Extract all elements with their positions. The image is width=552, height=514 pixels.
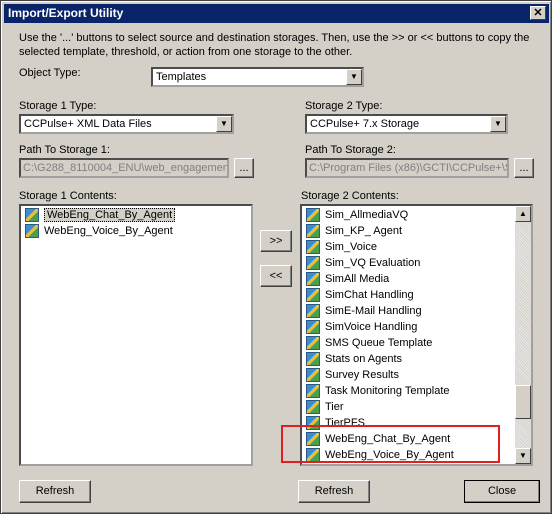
copy-right-button[interactable]: >> xyxy=(260,230,292,252)
scroll-up-icon[interactable]: ▲ xyxy=(515,206,531,222)
storage1-contents-label: Storage 1 Contents: xyxy=(19,190,117,202)
close-icon[interactable]: ✕ xyxy=(530,6,546,20)
storage2-browse-button[interactable]: ... xyxy=(514,158,534,178)
template-icon xyxy=(306,384,320,398)
scrollbar-thumb[interactable] xyxy=(515,385,531,420)
storage2-type-label: Storage 2 Type: xyxy=(305,100,383,112)
item-label: Sim_Voice xyxy=(325,241,377,253)
template-icon xyxy=(306,352,320,366)
close-button[interactable]: Close xyxy=(464,480,540,503)
list-item[interactable]: WebEng_Voice_By_Agent xyxy=(24,223,173,239)
template-icon xyxy=(25,224,39,238)
item-label: SimVoice Handling xyxy=(325,321,418,333)
template-icon xyxy=(25,208,39,222)
list-item[interactable]: SimE-Mail Handling xyxy=(305,303,422,319)
scroll-down-icon[interactable]: ▼ xyxy=(515,448,531,464)
item-label: Survey Results xyxy=(325,369,399,381)
storage2-path-label: Path To Storage 2: xyxy=(305,144,396,156)
list-item[interactable]: Stats on Agents xyxy=(305,351,402,367)
template-icon xyxy=(306,304,320,318)
item-label: SimAll Media xyxy=(325,273,390,285)
storage1-type-label: Storage 1 Type: xyxy=(19,100,97,112)
item-label: SMS Queue Template xyxy=(325,337,433,349)
storage1-browse-button[interactable]: ... xyxy=(234,158,254,178)
list-item[interactable]: Tier xyxy=(305,399,344,415)
title-bar: Import/Export Utility ✕ xyxy=(4,4,549,23)
chevron-down-icon[interactable]: ▼ xyxy=(216,116,232,132)
storage2-type-value: CCPulse+ 7.x Storage xyxy=(310,118,420,130)
storage2-type-select[interactable]: CCPulse+ 7.x Storage ▼ xyxy=(305,114,508,134)
item-label: SimE-Mail Handling xyxy=(325,305,422,317)
highlight-box xyxy=(281,425,500,463)
list-item[interactable]: Sim_VQ Evaluation xyxy=(305,255,420,271)
item-label: WebEng_Voice_By_Agent xyxy=(44,225,173,237)
item-label: Sim_KP_ Agent xyxy=(325,225,403,237)
object-type-select[interactable]: Templates ▼ xyxy=(151,67,364,87)
storage1-list[interactable]: WebEng_Chat_By_Agent WebEng_Voice_By_Age… xyxy=(19,204,253,466)
object-type-value: Templates xyxy=(156,71,207,83)
scrollbar[interactable]: ▲ ▼ xyxy=(515,206,531,464)
description-line-2: selected template, threshold, or action … xyxy=(19,46,353,58)
template-icon xyxy=(306,240,320,254)
list-item[interactable]: WebEng_Chat_By_Agent xyxy=(24,207,176,223)
list-item[interactable]: Sim_KP_ Agent xyxy=(305,223,402,239)
object-type-label: Object Type: xyxy=(19,67,81,79)
template-icon xyxy=(306,224,320,238)
storage2-contents-label: Storage 2 Contents: xyxy=(301,190,399,202)
item-label: SimChat Handling xyxy=(325,289,414,301)
chevron-down-icon[interactable]: ▼ xyxy=(346,69,362,85)
template-icon xyxy=(306,320,320,334)
list-item[interactable]: Sim_Voice xyxy=(305,239,377,255)
storage2-path-input[interactable]: C:\Program Files (x86)\GCTI\CCPulse+\Sto… xyxy=(305,158,509,178)
template-icon xyxy=(306,208,320,222)
item-label: Stats on Agents xyxy=(325,353,403,365)
chevron-down-icon[interactable]: ▼ xyxy=(490,116,506,132)
refresh-storage2-button[interactable]: Refresh xyxy=(298,480,370,503)
list-item[interactable]: SimVoice Handling xyxy=(305,319,417,335)
list-item[interactable]: SimAll Media xyxy=(305,271,389,287)
template-icon xyxy=(306,400,320,414)
list-item[interactable]: Survey Results xyxy=(305,367,399,383)
list-item[interactable]: Sim_AllmediaVQ xyxy=(305,207,408,223)
template-icon xyxy=(306,368,320,382)
storage1-type-select[interactable]: CCPulse+ XML Data Files ▼ xyxy=(19,114,234,134)
storage1-path-label: Path To Storage 1: xyxy=(19,144,110,156)
template-icon xyxy=(306,288,320,302)
template-icon xyxy=(306,336,320,350)
copy-left-button[interactable]: << xyxy=(260,265,292,287)
window-title: Import/Export Utility xyxy=(8,6,124,20)
item-label: WebEng_Chat_By_Agent xyxy=(44,208,176,222)
item-label: Task Monitoring Template xyxy=(325,385,450,397)
refresh-storage1-button[interactable]: Refresh xyxy=(19,480,91,503)
item-label: Sim_VQ Evaluation xyxy=(325,257,421,269)
item-label: Sim_AllmediaVQ xyxy=(325,209,409,221)
template-icon xyxy=(306,256,320,270)
list-item[interactable]: SMS Queue Template xyxy=(305,335,432,351)
import-export-dialog: Import/Export Utility ✕ Use the '...' bu… xyxy=(0,0,552,514)
storage1-type-value: CCPulse+ XML Data Files xyxy=(24,118,152,130)
template-icon xyxy=(306,272,320,286)
item-label: Tier xyxy=(325,401,344,413)
storage1-path-input[interactable]: C:\G288_8110004_ENU\web_engagement xyxy=(19,158,229,178)
list-item[interactable]: SimChat Handling xyxy=(305,287,414,303)
description-line-1: Use the '...' buttons to select source a… xyxy=(19,32,530,44)
list-item[interactable]: Task Monitoring Template xyxy=(305,383,450,399)
